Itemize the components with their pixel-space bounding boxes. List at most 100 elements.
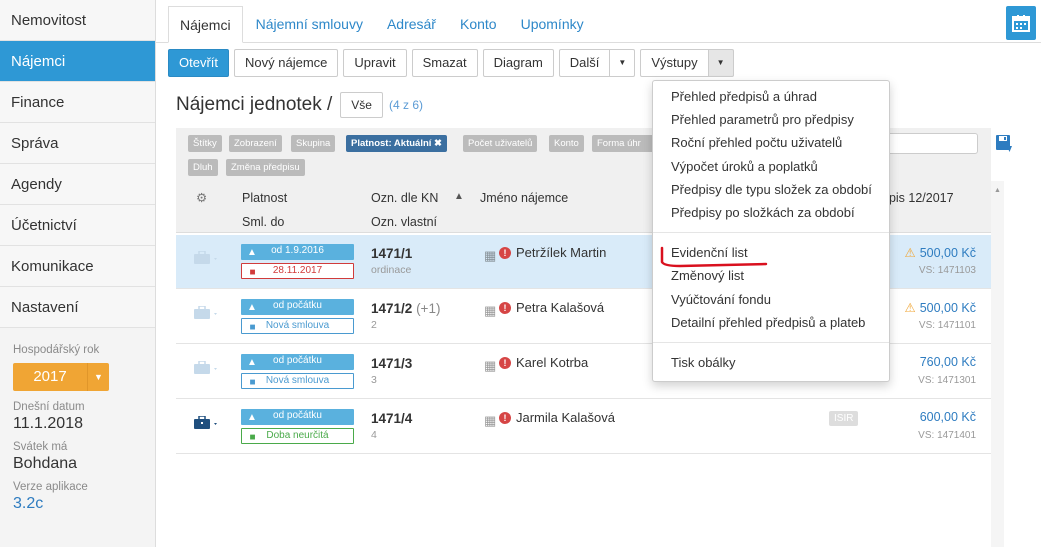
outputs-dropdown-menu: Přehled předpisů a úhrad Přehled paramet… xyxy=(652,80,890,382)
scrollbar[interactable]: ▲ xyxy=(991,181,1004,547)
tab-najemni-smlouvy[interactable]: Nájemní smlouvy xyxy=(245,6,374,43)
tenant-name[interactable]: ▦! Petra Kalašová xyxy=(484,300,604,318)
col-sml-do[interactable]: Sml. do xyxy=(242,215,284,229)
fiscal-year-value[interactable]: 2017 xyxy=(13,363,87,391)
briefcase-icon[interactable] xyxy=(194,415,220,433)
chip-konto[interactable]: Konto xyxy=(549,135,584,152)
scroll-up-icon[interactable]: ▲ xyxy=(991,187,1004,194)
tenant-name[interactable]: ▦! Petržílek Martin xyxy=(484,245,606,263)
briefcase-icon[interactable] xyxy=(194,250,220,268)
col-platnost[interactable]: Platnost xyxy=(242,191,287,205)
variable-symbol: VS: 1471101 xyxy=(918,320,976,331)
validity-badge: ▲ od počátku xyxy=(241,409,354,425)
document-icon: ■ xyxy=(249,377,256,388)
chevron-down-icon[interactable]: ▼ xyxy=(610,49,636,77)
save-icon[interactable] xyxy=(995,134,1013,157)
edit-button[interactable]: Upravit xyxy=(343,49,407,77)
variable-symbol: VS: 1471401 xyxy=(918,430,976,441)
col-ozn-vlastni[interactable]: Ozn. vlastní xyxy=(371,215,437,229)
menu-divider xyxy=(653,232,889,234)
calendar-button[interactable] xyxy=(1006,6,1036,40)
user-icon: ▲ xyxy=(247,247,257,258)
sidebar-item-ucetnictvi[interactable]: Účetnictví xyxy=(0,205,155,246)
isir-badge: ISIR xyxy=(829,411,859,426)
own-designation: 3 xyxy=(371,374,377,386)
alert-icon: ! xyxy=(499,356,511,369)
chip-skupina[interactable]: Skupina xyxy=(291,135,336,152)
user-icon: ▲ xyxy=(247,302,257,313)
alert-icon: ! xyxy=(499,411,511,424)
col-ozn-kn[interactable]: Ozn. dle KN xyxy=(371,191,438,205)
sidebar-item-nastaveni[interactable]: Nastavení xyxy=(0,287,155,328)
sidebar-item-nemovitost[interactable]: Nemovitost xyxy=(0,0,155,41)
annotation-underline xyxy=(660,246,768,268)
gear-icon[interactable]: ⚙ xyxy=(196,190,207,205)
open-button[interactable]: Otevřít xyxy=(168,49,230,77)
tab-adresar[interactable]: Adresář xyxy=(376,6,447,43)
grid-icon: ▦ xyxy=(484,412,497,428)
sidebar-item-komunikace[interactable]: Komunikace xyxy=(0,246,155,287)
delete-button[interactable]: Smazat xyxy=(411,49,478,77)
contract-badge: ■ Nová smlouva xyxy=(241,373,354,389)
grid-icon: ▦ xyxy=(484,302,497,318)
chip-pocet-uzivatelu[interactable]: Počet uživatelů xyxy=(463,135,538,152)
tab-upominky[interactable]: Upomínky xyxy=(510,6,595,43)
chip-zmena-predpisu[interactable]: Změna předpisu xyxy=(226,159,305,176)
validity-badge: ▲ od počátku xyxy=(241,354,354,370)
sidebar-item-najemci[interactable]: Nájemci xyxy=(0,41,155,82)
briefcase-icon[interactable] xyxy=(194,360,220,378)
sidebar-item-finance[interactable]: Finance xyxy=(0,82,155,123)
amount: 600,00 Kč xyxy=(919,410,976,424)
contract-badge: ■ 28.11.2017 xyxy=(241,263,354,279)
alert-icon: ! xyxy=(499,301,511,314)
sidebar-item-sprava[interactable]: Správa xyxy=(0,123,155,164)
chip-zobrazeni[interactable]: Zobrazení xyxy=(229,135,282,152)
user-icon: ▲ xyxy=(247,412,257,423)
new-tenant-button[interactable]: Nový nájemce xyxy=(234,49,339,77)
menu-item-predpisy-slozky[interactable]: Předpisy po složkách za období xyxy=(653,201,889,224)
tab-konto[interactable]: Konto xyxy=(449,6,508,43)
briefcase-icon[interactable] xyxy=(194,305,220,323)
sidebar: Nemovitost Nájemci Finance Správa Agendy… xyxy=(0,0,156,547)
col-predpis[interactable]: dpis 12/2017 xyxy=(882,191,954,205)
menu-item-rocni-prehled[interactable]: Roční přehled počtu uživatelů xyxy=(653,131,889,154)
chip-stitky[interactable]: Štítky xyxy=(188,135,222,152)
menu-divider xyxy=(653,341,889,343)
menu-item-tisk-obalky[interactable]: Tisk obálky xyxy=(653,351,889,374)
filter-all-button[interactable]: Vše xyxy=(340,92,383,118)
tab-najemci[interactable]: Nájemci xyxy=(168,6,243,43)
menu-item-vyuctovani-fondu[interactable]: Vyúčtování fondu xyxy=(653,288,889,311)
menu-item-detailni-prehled[interactable]: Detailní přehled předpisů a plateb xyxy=(653,311,889,334)
chip-forma-uhrady[interactable]: Forma úhr xyxy=(592,135,654,152)
menu-item-prehled-predpisu[interactable]: Přehled předpisů a úhrad xyxy=(653,85,889,108)
kn-designation: 1471/3 xyxy=(371,356,413,371)
user-icon: ▲ xyxy=(247,357,257,368)
validity-badge: ▲ od počátku xyxy=(241,299,354,315)
own-designation: 4 xyxy=(371,429,377,441)
tenant-name[interactable]: ▦! Jarmila Kalašová xyxy=(484,410,615,428)
outputs-button[interactable]: Výstupy xyxy=(640,49,709,77)
validity-badge: ▲ od 1.9.2016 xyxy=(241,244,354,260)
more-button[interactable]: Další xyxy=(558,49,611,77)
sort-asc-icon[interactable]: ▲ xyxy=(454,191,464,202)
col-jmeno[interactable]: Jméno nájemce xyxy=(480,191,568,205)
menu-item-prehled-parametru[interactable]: Přehled parametrů pro předpisy xyxy=(653,108,889,131)
diagram-button[interactable]: Diagram xyxy=(482,49,554,77)
table-row[interactable]: ▲ od počátku ■ Doba neurčitá 1471/4 4 ▦! Ja… xyxy=(176,400,991,454)
chevron-down-icon[interactable]: ▼ xyxy=(708,49,734,77)
menu-item-vypocet-uroku[interactable]: Výpočet úroků a poplatků xyxy=(653,155,889,178)
sidebar-item-agendy[interactable]: Agendy xyxy=(0,164,155,205)
chip-platnost[interactable]: Platnost: Aktuální ✖ xyxy=(346,135,448,152)
variable-symbol: VS: 1471301 xyxy=(918,375,976,386)
version-label: Verze aplikace xyxy=(13,481,88,493)
alert-icon: ! xyxy=(499,246,511,259)
chevron-down-icon[interactable]: ▼ xyxy=(87,363,109,391)
fiscal-year-label: Hospodářský rok xyxy=(13,344,100,356)
fiscal-year-select[interactable]: 2017 ▼ xyxy=(13,363,109,391)
tenant-name[interactable]: ▦! Karel Kotrba xyxy=(484,355,588,373)
version-value: 3.2c xyxy=(13,495,44,512)
kn-designation: 1471/2 (+1) xyxy=(371,301,441,316)
nameday-label: Svátek má xyxy=(13,441,68,453)
chip-dluh[interactable]: Dluh xyxy=(188,159,218,176)
menu-item-predpisy-typ[interactable]: Předpisy dle typu složek za období xyxy=(653,178,889,201)
